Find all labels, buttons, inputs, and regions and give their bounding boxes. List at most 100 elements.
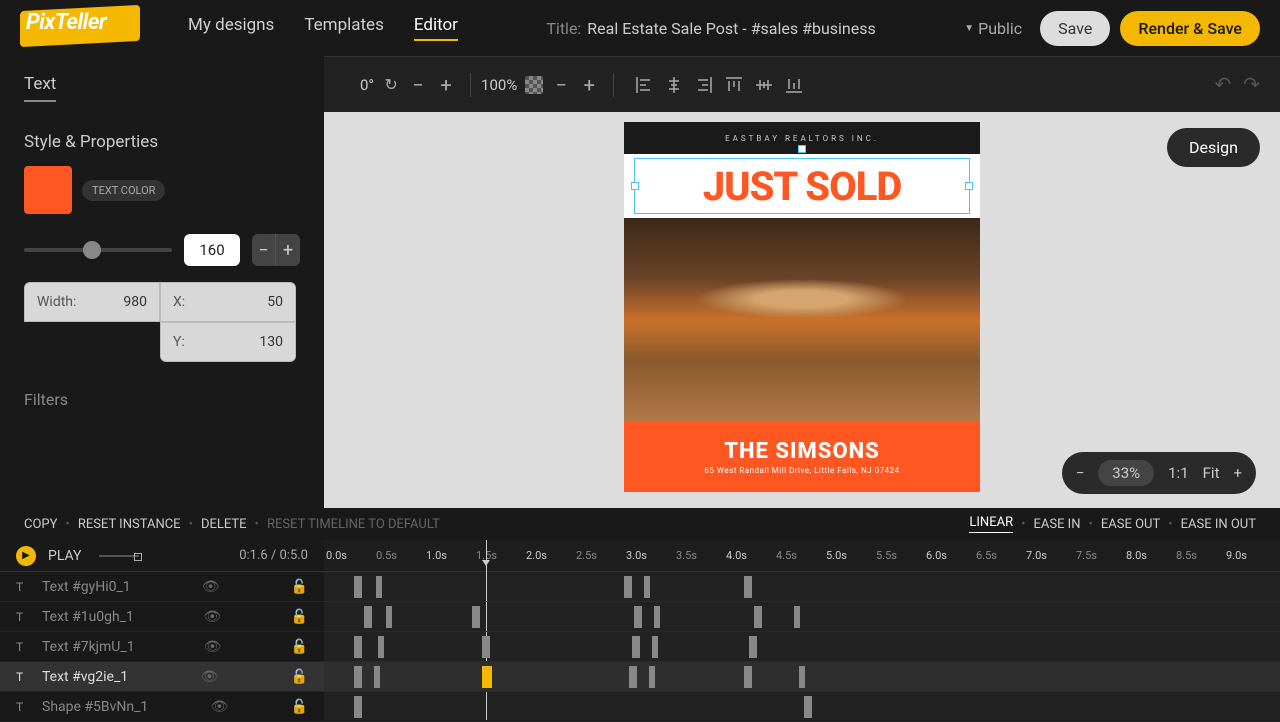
canvas[interactable]: EASTBAY REALTORS INC. JUST SOLD THE SIMS… bbox=[324, 112, 1280, 508]
keyframe[interactable] bbox=[354, 696, 362, 718]
undo-icon[interactable]: ↶ bbox=[1214, 72, 1231, 96]
timeline-track[interactable] bbox=[324, 602, 1280, 632]
design-mode-button[interactable]: Design bbox=[1167, 128, 1260, 167]
design-title[interactable]: Title: Real Estate Sale Post - #sales #b… bbox=[458, 19, 964, 38]
render-save-button[interactable]: Render & Save bbox=[1120, 11, 1260, 46]
copy-action[interactable]: COPY bbox=[24, 517, 57, 532]
visibility-icon[interactable]: 👁 bbox=[200, 669, 218, 685]
keyframe[interactable] bbox=[354, 636, 362, 658]
card-image[interactable] bbox=[624, 218, 980, 422]
keyframe[interactable] bbox=[754, 606, 762, 628]
keyframe[interactable] bbox=[744, 576, 752, 598]
align-top-icon[interactable] bbox=[724, 75, 744, 95]
play-progress[interactable] bbox=[99, 555, 139, 557]
nav-my-designs[interactable]: My designs bbox=[188, 15, 274, 41]
visibility-icon[interactable]: 👁 bbox=[211, 699, 229, 715]
align-left-icon[interactable] bbox=[634, 75, 654, 95]
keyframe[interactable] bbox=[654, 606, 660, 628]
keyframe[interactable] bbox=[482, 636, 490, 658]
keyframe[interactable] bbox=[629, 666, 637, 688]
lock-icon[interactable]: 🔓 bbox=[291, 579, 308, 595]
card-address-text[interactable]: 65 West Randall Mill Drive, Little Falls… bbox=[704, 466, 899, 475]
font-size-input[interactable] bbox=[184, 234, 240, 266]
easing-ease-out[interactable]: EASE OUT bbox=[1101, 517, 1160, 532]
keyframe[interactable] bbox=[744, 666, 752, 688]
font-size-slider[interactable] bbox=[24, 248, 172, 252]
keyframe[interactable] bbox=[624, 576, 632, 598]
card-headline-text[interactable]: JUST SOLD bbox=[624, 154, 980, 218]
keyframe[interactable] bbox=[632, 636, 640, 658]
layer-row[interactable]: TText #gyHi0_1👁🔓 bbox=[0, 572, 324, 602]
text-color-swatch[interactable] bbox=[24, 166, 72, 214]
redo-icon[interactable]: ↷ bbox=[1243, 72, 1260, 96]
keyframe[interactable] bbox=[794, 606, 800, 628]
lock-icon[interactable]: 🔓 bbox=[291, 609, 308, 625]
rotation-increase[interactable]: + bbox=[436, 73, 456, 97]
reset-instance-action[interactable]: RESET INSTANCE bbox=[78, 517, 181, 532]
reset-timeline-action[interactable]: RESET TIMELINE TO DEFAULT bbox=[267, 517, 440, 532]
easing-ease-in[interactable]: EASE IN bbox=[1033, 517, 1080, 532]
logo[interactable]: PixTeller bbox=[20, 10, 140, 46]
y-field[interactable]: Y:130 bbox=[160, 322, 296, 362]
layer-row[interactable]: TText #vg2ie_1👁🔓 bbox=[0, 662, 324, 692]
rotate-handle-top[interactable] bbox=[798, 145, 806, 153]
nav-templates[interactable]: Templates bbox=[304, 15, 384, 41]
zoom-fit[interactable]: Fit bbox=[1203, 464, 1220, 482]
zoom-in-icon[interactable]: + bbox=[1233, 464, 1242, 482]
x-field[interactable]: X:50 bbox=[160, 282, 296, 322]
font-size-increase[interactable]: + bbox=[276, 234, 300, 266]
play-button[interactable]: ▶ bbox=[16, 546, 36, 566]
timeline-track[interactable] bbox=[324, 632, 1280, 662]
visibility-icon[interactable]: 👁 bbox=[204, 639, 222, 655]
keyframe[interactable] bbox=[644, 576, 650, 598]
visibility-icon[interactable]: 👁 bbox=[203, 609, 221, 625]
zoom-actual-size[interactable]: 1:1 bbox=[1168, 464, 1189, 482]
lock-icon[interactable]: 🔓 bbox=[291, 699, 308, 715]
keyframe[interactable] bbox=[804, 696, 812, 718]
delete-action[interactable]: DELETE bbox=[201, 517, 247, 532]
zoom-percent[interactable]: 33% bbox=[1098, 460, 1154, 486]
timeline-track[interactable] bbox=[324, 692, 1280, 722]
easing-ease-in-out[interactable]: EASE IN OUT bbox=[1181, 517, 1256, 532]
font-size-stepper[interactable]: − + bbox=[252, 234, 300, 266]
layer-row[interactable]: TShape #5BvNn_1👁🔓 bbox=[0, 692, 324, 722]
easing-linear[interactable]: LINEAR bbox=[969, 515, 1013, 533]
align-right-icon[interactable] bbox=[694, 75, 714, 95]
keyframe[interactable] bbox=[649, 666, 655, 688]
timeline-track[interactable] bbox=[324, 572, 1280, 602]
save-button[interactable]: Save bbox=[1040, 11, 1110, 46]
keyframe[interactable] bbox=[376, 576, 382, 598]
visibility-dropdown[interactable]: ▼Public bbox=[964, 19, 1022, 38]
transparency-icon[interactable] bbox=[525, 76, 543, 94]
keyframe[interactable] bbox=[378, 636, 384, 658]
keyframe[interactable] bbox=[354, 666, 362, 688]
align-center-v-icon[interactable] bbox=[754, 75, 774, 95]
nav-editor[interactable]: Editor bbox=[414, 15, 458, 41]
opacity-increase[interactable]: + bbox=[579, 73, 599, 97]
slider-thumb[interactable] bbox=[83, 241, 101, 259]
keyframe[interactable] bbox=[374, 666, 380, 688]
align-bottom-icon[interactable] bbox=[784, 75, 804, 95]
keyframe[interactable] bbox=[652, 636, 658, 658]
align-center-h-icon[interactable] bbox=[664, 75, 684, 95]
rotation-decrease[interactable]: − bbox=[408, 73, 428, 97]
lock-icon[interactable]: 🔓 bbox=[291, 669, 308, 685]
keyframe[interactable] bbox=[472, 606, 480, 628]
visibility-icon[interactable]: 👁 bbox=[202, 579, 220, 595]
opacity-decrease[interactable]: − bbox=[551, 73, 571, 97]
card-family-text[interactable]: THE SIMSONS bbox=[724, 439, 880, 464]
width-value[interactable]: 980 bbox=[123, 294, 147, 310]
timeline-track[interactable] bbox=[324, 662, 1280, 692]
keyframe[interactable] bbox=[749, 636, 757, 658]
resize-handle-right[interactable] bbox=[965, 182, 973, 190]
timeline-ruler[interactable]: 0.0s0.5s1.0s1.5s2.0s2.5s3.0s3.5s4.0s4.5s… bbox=[324, 540, 1280, 572]
layer-row[interactable]: TText #7kjmU_1👁🔓 bbox=[0, 632, 324, 662]
keyframe[interactable] bbox=[634, 606, 642, 628]
text-section-title[interactable]: Text bbox=[24, 74, 56, 102]
font-size-decrease[interactable]: − bbox=[252, 234, 276, 266]
lock-icon[interactable]: 🔓 bbox=[291, 639, 308, 655]
resize-handle-left[interactable] bbox=[631, 182, 639, 190]
selection-box[interactable] bbox=[634, 158, 970, 214]
keyframe[interactable] bbox=[799, 666, 805, 688]
keyframe[interactable] bbox=[482, 666, 492, 688]
